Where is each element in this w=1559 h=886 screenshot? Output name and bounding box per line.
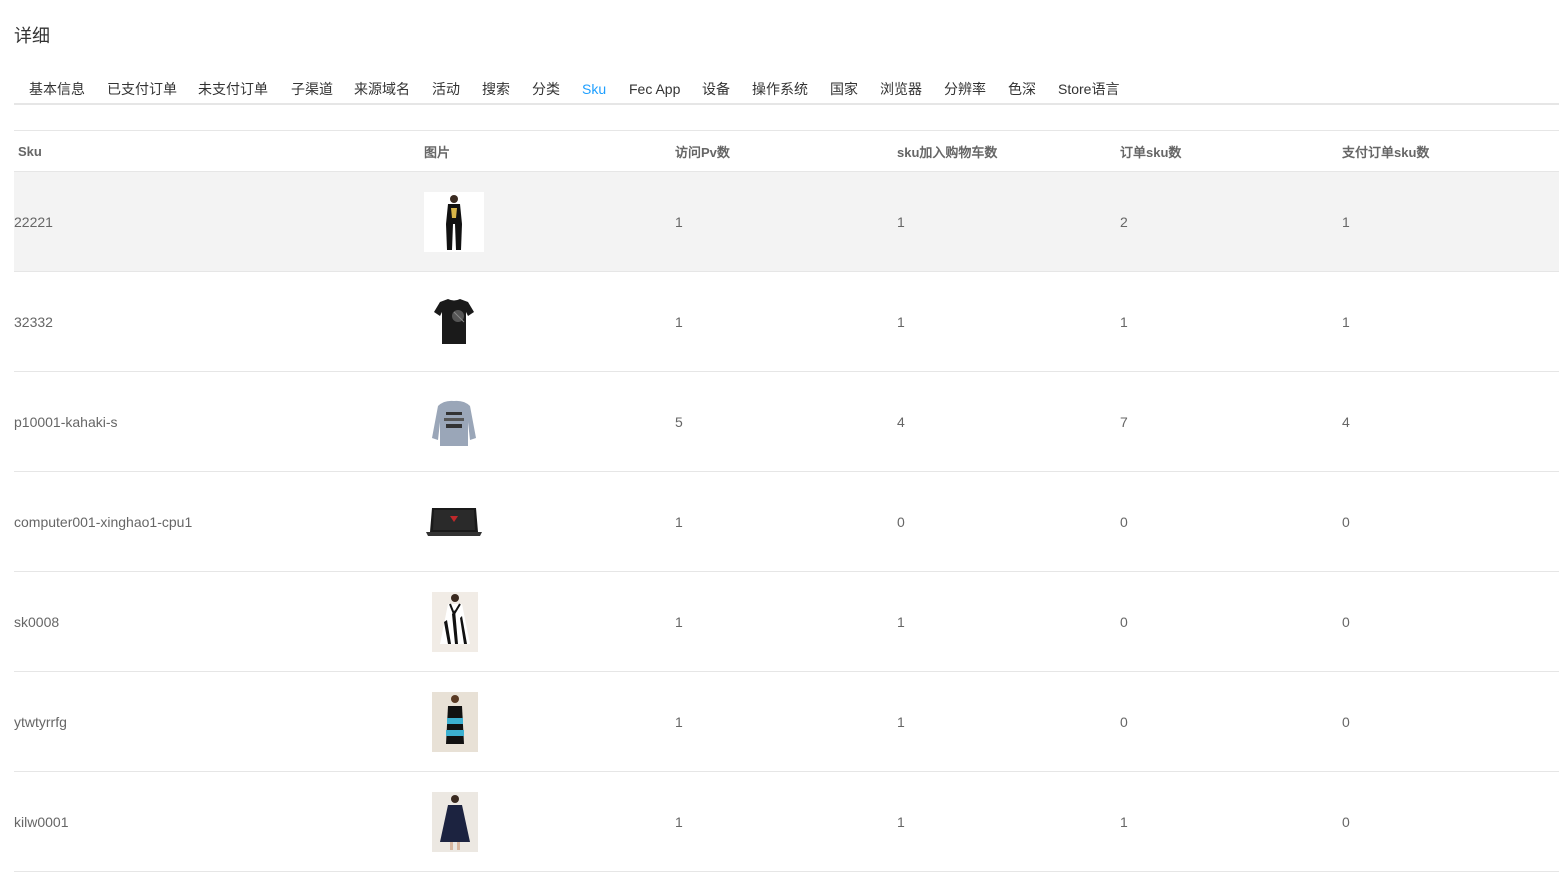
paid-cell: 0: [1342, 613, 1350, 630]
tab-os[interactable]: 操作系统: [752, 76, 808, 102]
paid-cell: 1: [1342, 313, 1350, 330]
tab-sub-channel[interactable]: 子渠道: [291, 76, 333, 102]
product-image[interactable]: [424, 291, 484, 352]
paid-cell: 0: [1342, 513, 1350, 530]
product-image[interactable]: [424, 191, 484, 252]
tab-store-language[interactable]: Store语言: [1058, 76, 1119, 102]
pv-cell: 1: [675, 713, 683, 730]
order-cell: 2: [1120, 213, 1128, 230]
tab-resolution[interactable]: 分辨率: [944, 76, 986, 102]
tab-color-depth[interactable]: 色深: [1008, 76, 1036, 102]
order-cell: 0: [1120, 713, 1128, 730]
paid-cell: 0: [1342, 813, 1350, 830]
pv-cell: 1: [675, 613, 683, 630]
table-row[interactable]: sk0008 1 1 0 0: [14, 572, 1559, 672]
table-row[interactable]: p10001-kahaki-s 5 4 7 4: [14, 372, 1559, 472]
image-cell: [424, 672, 675, 772]
order-cell: 0: [1120, 513, 1128, 530]
page-title: 详细: [14, 26, 50, 46]
order-cell: 0: [1120, 613, 1128, 630]
order-cell: 7: [1120, 413, 1128, 430]
tab-browser[interactable]: 浏览器: [880, 76, 922, 102]
paid-cell: 1: [1342, 213, 1350, 230]
product-image[interactable]: [424, 691, 484, 752]
pv-cell: 1: [675, 513, 683, 530]
paid-cell: 0: [1342, 713, 1350, 730]
cart-cell: 1: [897, 213, 905, 230]
sku-cell: 32332: [14, 313, 53, 330]
sku-cell: ytwtyrrfg: [14, 713, 67, 730]
product-image[interactable]: [424, 591, 484, 652]
tab-unpaid-orders[interactable]: 未支付订单: [198, 76, 268, 102]
cart-cell: 1: [897, 613, 905, 630]
product-image[interactable]: [424, 491, 484, 552]
product-image[interactable]: [424, 791, 484, 852]
image-cell: [424, 372, 675, 472]
sku-cell: computer001-xinghao1-cpu1: [14, 513, 193, 530]
tab-category[interactable]: 分类: [532, 76, 560, 102]
tab-bar: 基本信息 已支付订单 未支付订单 子渠道 来源域名 活动 搜索 分类 Sku F…: [14, 76, 1559, 105]
cart-cell: 1: [897, 713, 905, 730]
image-cell: [424, 472, 675, 572]
tab-source-domain[interactable]: 来源域名: [354, 76, 410, 102]
order-cell: 1: [1120, 313, 1128, 330]
col-header-paid[interactable]: 支付订单sku数: [1342, 131, 1559, 172]
tab-activity[interactable]: 活动: [432, 76, 460, 102]
col-header-order[interactable]: 订单sku数: [1120, 131, 1342, 172]
col-header-cart[interactable]: sku加入购物车数: [897, 131, 1120, 172]
tab-basic-info[interactable]: 基本信息: [29, 76, 85, 102]
sku-cell: sk0008: [14, 613, 60, 630]
sku-cell: p10001-kahaki-s: [14, 413, 118, 430]
sku-cell: kilw0001: [14, 813, 69, 830]
sku-cell: 22221: [14, 213, 53, 230]
pv-cell: 1: [675, 213, 683, 230]
image-cell: [424, 272, 675, 372]
image-cell: [424, 772, 675, 872]
tab-search[interactable]: 搜索: [482, 76, 510, 102]
cart-cell: 0: [897, 513, 905, 530]
order-cell: 1: [1120, 813, 1128, 830]
pv-cell: 1: [675, 313, 683, 330]
image-cell: [424, 172, 675, 272]
tab-device[interactable]: 设备: [702, 76, 730, 102]
table-row[interactable]: kilw0001 1 1 1 0: [14, 772, 1559, 872]
tab-paid-orders[interactable]: 已支付订单: [107, 76, 177, 102]
col-header-image[interactable]: 图片: [424, 131, 675, 172]
table-row[interactable]: 32332 1 1 1 1: [14, 272, 1559, 372]
table-row[interactable]: ytwtyrrfg 1 1 0 0: [14, 672, 1559, 772]
col-header-pv[interactable]: 访问Pv数: [675, 131, 897, 172]
pv-cell: 5: [675, 413, 683, 430]
table-header-row: Sku 图片 访问Pv数 sku加入购物车数 订单sku数 支付订单sku数: [14, 130, 1559, 172]
product-image[interactable]: [424, 391, 484, 452]
cart-cell: 4: [897, 413, 905, 430]
sku-table: Sku 图片 访问Pv数 sku加入购物车数 订单sku数 支付订单sku数 2…: [14, 130, 1559, 872]
tab-fec-app[interactable]: Fec App: [629, 76, 680, 102]
col-header-sku[interactable]: Sku: [14, 131, 424, 172]
paid-cell: 4: [1342, 413, 1350, 430]
cart-cell: 1: [897, 313, 905, 330]
image-cell: [424, 572, 675, 672]
cart-cell: 1: [897, 813, 905, 830]
table-row[interactable]: computer001-xinghao1-cpu1 1 0 0 0: [14, 472, 1559, 572]
tab-country[interactable]: 国家: [830, 76, 858, 102]
tab-sku[interactable]: Sku: [582, 76, 606, 102]
pv-cell: 1: [675, 813, 683, 830]
table-row[interactable]: 22221 1 1 2 1: [14, 171, 1559, 272]
